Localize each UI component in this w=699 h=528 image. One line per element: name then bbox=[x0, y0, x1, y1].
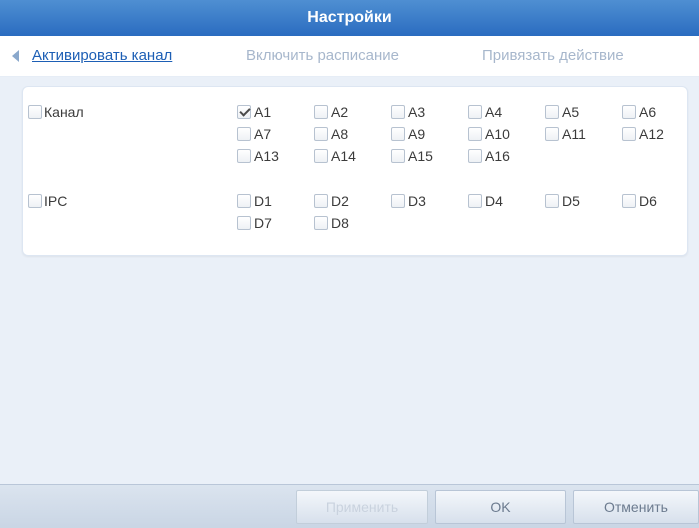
checkbox-icon[interactable] bbox=[468, 149, 482, 163]
checkbox-icon[interactable] bbox=[237, 127, 251, 141]
channel-item-d3[interactable]: D3 bbox=[391, 193, 468, 209]
channel-item-a9[interactable]: A9 bbox=[391, 126, 468, 142]
channel-item-a13[interactable]: A13 bbox=[237, 148, 314, 164]
channel-item-d2[interactable]: D2 bbox=[314, 193, 391, 209]
channel-item-label: A1 bbox=[254, 104, 272, 120]
checkbox-icon[interactable] bbox=[545, 127, 559, 141]
channel-item-a2[interactable]: A2 bbox=[314, 104, 391, 120]
channel-item-d4[interactable]: D4 bbox=[468, 193, 545, 209]
channel-item-label: D3 bbox=[408, 193, 426, 209]
tab-activate-channel[interactable]: Активировать канал bbox=[32, 47, 172, 64]
channel-item-a12[interactable]: A12 bbox=[622, 126, 699, 142]
channel-item-a15[interactable]: A15 bbox=[391, 148, 468, 164]
channel-item-a6[interactable]: A6 bbox=[622, 104, 699, 120]
channel-item-label: A7 bbox=[254, 126, 272, 142]
channel-panel: Канал A1 A2 A3 A4 A5 A6 A7 A8 A9 A10 A11 A12 A13 A14 A… bbox=[22, 86, 688, 256]
channel-item-d5[interactable]: D5 bbox=[545, 193, 622, 209]
channel-item-label: D1 bbox=[254, 193, 272, 209]
channel-item-label: D5 bbox=[562, 193, 580, 209]
checkbox-icon[interactable] bbox=[468, 127, 482, 141]
channel-item-label: A11 bbox=[562, 126, 586, 142]
channel-item-a10[interactable]: A10 bbox=[468, 126, 545, 142]
ipc-all-checkbox[interactable] bbox=[28, 194, 42, 208]
channel-item-a16[interactable]: A16 bbox=[468, 148, 545, 164]
channel-item-a1[interactable]: A1 bbox=[237, 104, 314, 120]
checkbox-icon[interactable] bbox=[391, 127, 405, 141]
analog-channel-grid: A1 A2 A3 A4 A5 A6 A7 A8 A9 A10 A11 A12 A13 A14 A15 A16 bbox=[237, 104, 699, 164]
channel-item-label: A16 bbox=[485, 148, 510, 164]
checkbox-icon[interactable] bbox=[314, 194, 328, 208]
button-bar: Применить OK Отменить bbox=[0, 484, 699, 528]
checkbox-icon[interactable] bbox=[622, 105, 636, 119]
checkbox-icon[interactable] bbox=[391, 105, 405, 119]
checkbox-icon[interactable] bbox=[391, 194, 405, 208]
channel-row-label[interactable]: Канал bbox=[28, 104, 84, 120]
checkbox-icon[interactable] bbox=[314, 149, 328, 163]
channel-item-label: A8 bbox=[331, 126, 349, 142]
channel-item-label: A3 bbox=[408, 104, 426, 120]
channel-item-a4[interactable]: A4 bbox=[468, 104, 545, 120]
channel-item-label: A15 bbox=[408, 148, 433, 164]
channel-item-label: A14 bbox=[331, 148, 356, 164]
channel-item-a7[interactable]: A7 bbox=[237, 126, 314, 142]
tab-bar: Активировать канал Включить расписание П… bbox=[0, 36, 699, 77]
apply-button[interactable]: Применить bbox=[296, 490, 428, 524]
checkbox-icon[interactable] bbox=[314, 216, 328, 230]
tab-link-action[interactable]: Привязать действие bbox=[482, 47, 624, 64]
checkbox-icon[interactable] bbox=[237, 194, 251, 208]
checkbox-icon[interactable] bbox=[622, 127, 636, 141]
channel-item-a5[interactable]: A5 bbox=[545, 104, 622, 120]
ipc-label: IPC bbox=[44, 193, 68, 209]
checkbox-icon[interactable] bbox=[622, 194, 636, 208]
channel-item-label: D6 bbox=[639, 193, 657, 209]
ipc-channel-grid: D1 D2 D3 D4 D5 D6 D7 D8 bbox=[237, 193, 699, 231]
channel-item-label: D7 bbox=[254, 215, 272, 231]
checkbox-icon[interactable] bbox=[237, 149, 251, 163]
channel-item-label: A4 bbox=[485, 104, 503, 120]
checkbox-icon[interactable] bbox=[314, 127, 328, 141]
cancel-button[interactable]: Отменить bbox=[573, 490, 699, 524]
left-arrow-icon[interactable] bbox=[12, 50, 19, 62]
channel-item-label: A12 bbox=[639, 126, 664, 142]
channel-item-a14[interactable]: A14 bbox=[314, 148, 391, 164]
channel-item-d8[interactable]: D8 bbox=[314, 215, 391, 231]
channel-item-label: A5 bbox=[562, 104, 580, 120]
channel-item-d6[interactable]: D6 bbox=[622, 193, 699, 209]
channel-item-label: A13 bbox=[254, 148, 279, 164]
checkbox-icon[interactable] bbox=[314, 105, 328, 119]
channel-all-checkbox[interactable] bbox=[28, 105, 42, 119]
tab-enable-schedule[interactable]: Включить расписание bbox=[246, 47, 399, 64]
channel-item-label: A2 bbox=[331, 104, 349, 120]
ipc-row-label[interactable]: IPC bbox=[28, 193, 67, 209]
checkbox-icon[interactable] bbox=[237, 105, 251, 119]
dialog-title: Настройки bbox=[307, 9, 392, 26]
channel-label: Канал bbox=[44, 104, 84, 120]
checkbox-icon[interactable] bbox=[545, 194, 559, 208]
channel-item-label: A9 bbox=[408, 126, 426, 142]
ok-button[interactable]: OK bbox=[435, 490, 566, 524]
checkbox-icon[interactable] bbox=[468, 194, 482, 208]
channel-item-a3[interactable]: A3 bbox=[391, 104, 468, 120]
checkbox-icon[interactable] bbox=[391, 149, 405, 163]
channel-item-label: A10 bbox=[485, 126, 510, 142]
checkbox-icon[interactable] bbox=[545, 105, 559, 119]
title-bar: Настройки bbox=[0, 0, 699, 36]
channel-item-label: D4 bbox=[485, 193, 503, 209]
channel-item-label: A6 bbox=[639, 104, 657, 120]
channel-item-label: D2 bbox=[331, 193, 349, 209]
channel-item-d7[interactable]: D7 bbox=[237, 215, 314, 231]
channel-item-a11[interactable]: A11 bbox=[545, 126, 622, 142]
channel-item-d1[interactable]: D1 bbox=[237, 193, 314, 209]
channel-item-label: D8 bbox=[331, 215, 349, 231]
settings-dialog: Настройки Активировать канал Включить ра… bbox=[0, 0, 699, 528]
content-area: Канал A1 A2 A3 A4 A5 A6 A7 A8 A9 A10 A11 A12 A13 A14 A… bbox=[0, 77, 699, 484]
checkbox-icon[interactable] bbox=[237, 216, 251, 230]
channel-item-a8[interactable]: A8 bbox=[314, 126, 391, 142]
checkbox-icon[interactable] bbox=[468, 105, 482, 119]
